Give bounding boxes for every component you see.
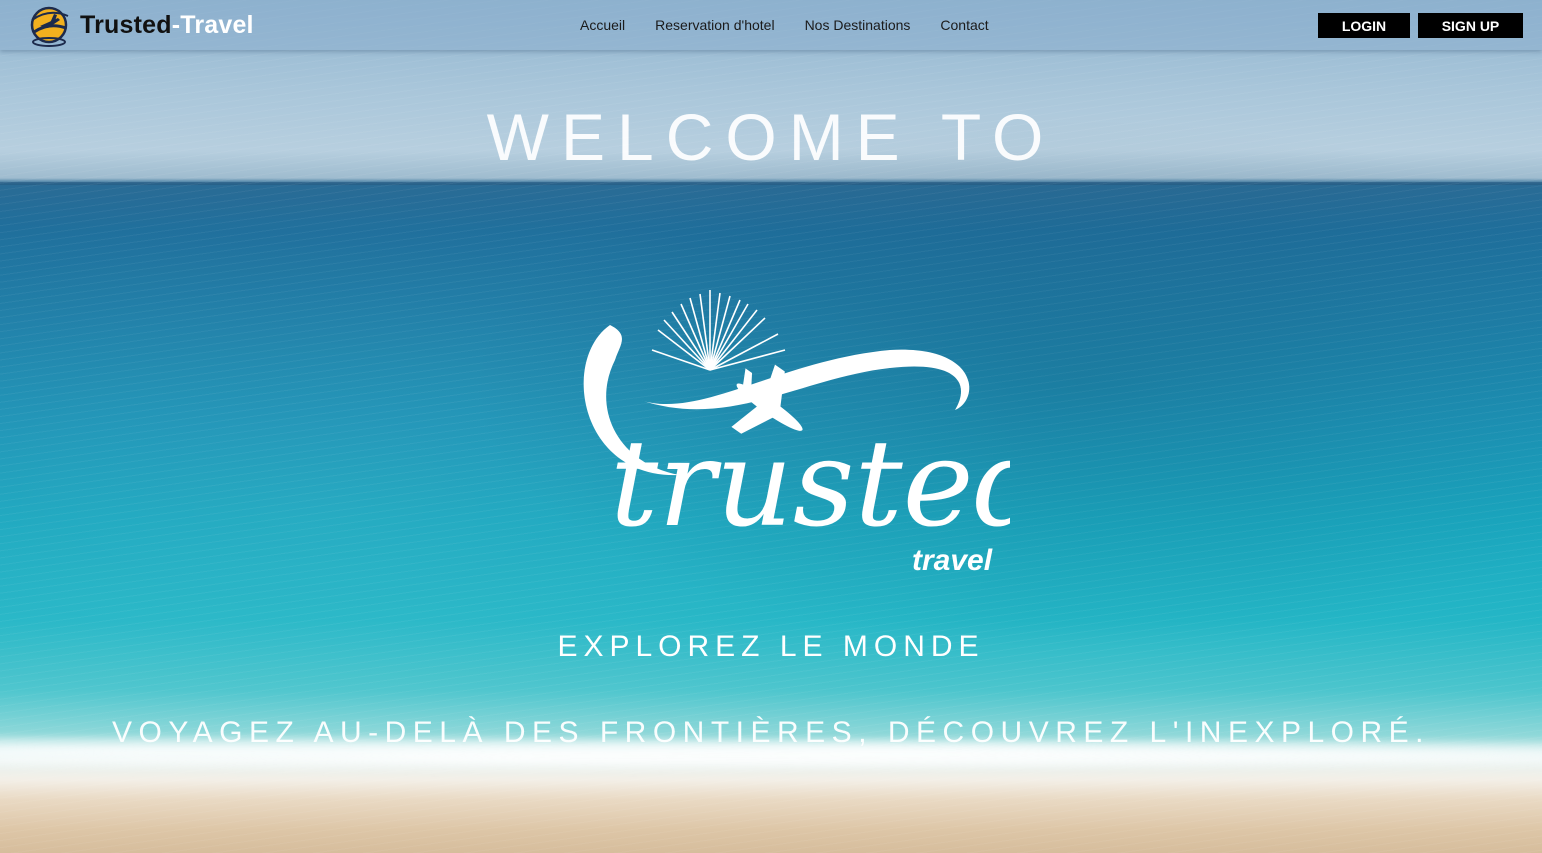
brand-name: Trusted-Travel (80, 11, 254, 40)
subtagline: VOYAGEZ AU-DELÀ DES FRONTIÈRES, DÉCOUVRE… (111, 716, 1431, 749)
flight-path-swoosh (640, 349, 970, 410)
nav-destinations[interactable]: Nos Destinations (805, 17, 911, 33)
auth-buttons: LOGIN SIGN UP (1318, 13, 1523, 38)
logo-word: trusted (610, 415, 1010, 554)
login-button[interactable]: LOGIN (1318, 13, 1410, 38)
brand[interactable]: Trusted-Travel (26, 3, 254, 47)
nav-reservation-hotel[interactable]: Reservation d'hotel (655, 17, 774, 33)
nav-contact[interactable]: Contact (940, 17, 988, 33)
signup-button[interactable]: SIGN UP (1418, 13, 1523, 38)
trusted-travel-logo: trusted travel (583, 290, 1010, 577)
welcome-heading: WELCOME TO (486, 100, 1056, 174)
brand-name-part1: Trusted (80, 10, 172, 39)
brand-name-part2: -Travel (171, 10, 254, 39)
tagline: EXPLOREZ LE MONDE (557, 630, 985, 663)
sun-rays-icon (651, 290, 786, 371)
globe-airplane-icon (30, 6, 69, 47)
navbar: Trusted-Travel Accueil Reservation d'hot… (0, 0, 1542, 50)
nav-accueil[interactable]: Accueil (580, 17, 625, 33)
logo-subword: travel (912, 544, 993, 577)
main-nav: Accueil Reservation d'hotel Nos Destinat… (580, 0, 1019, 50)
